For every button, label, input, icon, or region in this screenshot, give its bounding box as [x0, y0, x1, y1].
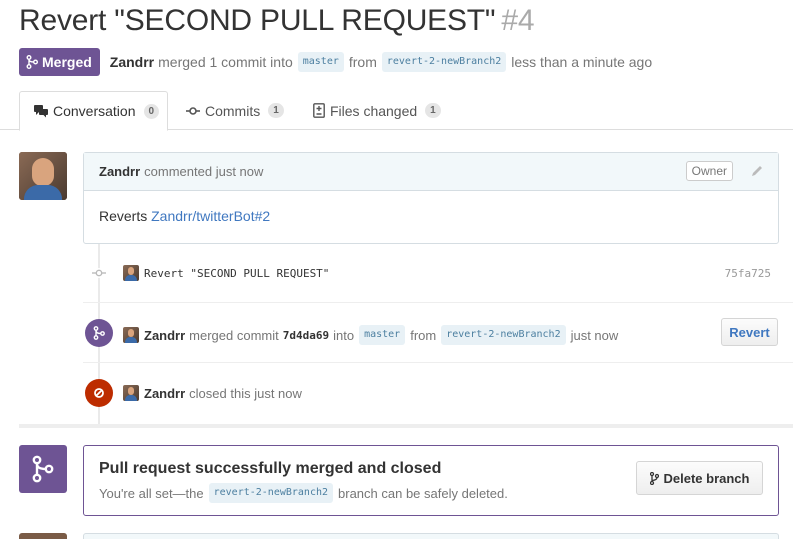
base-branch: master — [359, 325, 406, 345]
merge-status-text1: You're all set—the — [99, 485, 204, 501]
author-link[interactable]: Zandrr — [110, 54, 154, 70]
tab-conversation[interactable]: Conversation 0 — [19, 91, 168, 131]
reference-link[interactable]: Zandrr/twitterBot#2 — [151, 208, 270, 224]
commit-sha[interactable]: 75fa725 — [725, 267, 771, 280]
delete-branch-button[interactable]: Delete branch — [636, 461, 763, 495]
new-comment-box — [83, 533, 779, 539]
divider — [83, 362, 793, 363]
merge-status-text2: branch can be safely deleted. — [338, 485, 508, 501]
tab-files-count: 1 — [425, 103, 441, 118]
status-badge: Merged — [19, 48, 100, 76]
commit-event: Revert "SECOND PULL REQUEST" 75fa725 — [83, 258, 779, 288]
avatar[interactable] — [123, 327, 139, 343]
pr-tabs: Conversation 0 Commits 1 Files changed 1 — [0, 91, 793, 131]
base-branch: master — [297, 52, 344, 72]
diff-icon — [313, 103, 325, 118]
status-from: from — [348, 54, 377, 70]
status-time: less than a minute ago — [511, 54, 653, 70]
git-merge-icon — [32, 455, 54, 483]
tab-commits-count: 1 — [268, 103, 284, 118]
timeline-end-separator — [19, 424, 793, 428]
commit-message[interactable]: Revert "SECOND PULL REQUEST" — [144, 267, 329, 280]
closed-icon — [85, 379, 113, 407]
comment-action: commented just now — [144, 164, 264, 179]
tab-conversation-count: 0 — [143, 103, 160, 119]
commit-dot-icon — [92, 266, 106, 283]
pencil-icon[interactable] — [750, 164, 764, 181]
merge-status-heading: Pull request successfully merged and clo… — [99, 460, 442, 477]
tab-files-label: Files changed — [330, 102, 418, 119]
comment-discussion-icon — [34, 104, 48, 118]
avatar[interactable] — [123, 385, 139, 401]
head-branch: revert-2-newBranch2 — [208, 483, 334, 503]
head-branch: revert-2-newBranch2 — [381, 52, 507, 72]
merge-event-icon — [85, 319, 113, 347]
head-branch: revert-2-newBranch2 — [441, 325, 566, 345]
merged-status-icon — [19, 445, 67, 493]
comment-text: Reverts — [99, 208, 148, 224]
merge-time: just now — [570, 327, 619, 343]
branch-icon — [649, 471, 659, 485]
status-text: merged 1 commit into — [158, 54, 293, 70]
close-author[interactable]: Zandrr — [144, 386, 185, 401]
status-badge-label: Merged — [42, 54, 92, 70]
merge-status-text: You're all set—the revert-2-newBranch2 b… — [99, 483, 508, 503]
tab-commits-label: Commits — [205, 102, 261, 119]
page-title: Revert "SECOND PULL REQUEST" #4 — [19, 4, 535, 38]
revert-button[interactable]: Revert — [721, 318, 778, 346]
pr-title: Revert "SECOND PULL REQUEST" — [19, 4, 496, 37]
avatar[interactable] — [19, 533, 67, 539]
merge-icon — [26, 55, 38, 69]
tab-conversation-label: Conversation — [53, 103, 136, 119]
divider — [83, 302, 793, 303]
avatar[interactable] — [19, 152, 67, 200]
comment-body: Reverts Zandrr/twitterBot#2 — [84, 191, 778, 241]
comment-header: Zandrr commented just now Owner — [84, 153, 778, 191]
merge-from: from — [410, 327, 437, 343]
merge-text: merged commit — [189, 327, 279, 343]
close-text: closed this just now — [189, 385, 302, 401]
close-event: Zandrr closed this just now — [83, 378, 779, 408]
tab-commits[interactable]: Commits 1 — [186, 91, 284, 130]
pr-number: #4 — [501, 4, 535, 37]
pr-status-line: Merged Zandrr merged 1 commit into maste… — [19, 48, 652, 76]
merge-commit-sha[interactable]: 7d4da69 — [283, 329, 329, 342]
tab-files-changed[interactable]: Files changed 1 — [313, 91, 441, 130]
delete-branch-label: Delete branch — [663, 470, 750, 486]
merge-author[interactable]: Zandrr — [144, 328, 185, 343]
merge-into: into — [333, 327, 355, 343]
avatar[interactable] — [123, 265, 139, 281]
merge-event: Zandrr merged commit 7d4da69 into master… — [83, 318, 779, 348]
merge-status-box: Pull request successfully merged and clo… — [83, 445, 779, 516]
comment-author[interactable]: Zandrr — [99, 164, 140, 179]
commit-icon — [186, 106, 200, 116]
owner-label: Owner — [685, 161, 733, 181]
comment: Zandrr commented just now Owner Reverts … — [83, 152, 779, 244]
